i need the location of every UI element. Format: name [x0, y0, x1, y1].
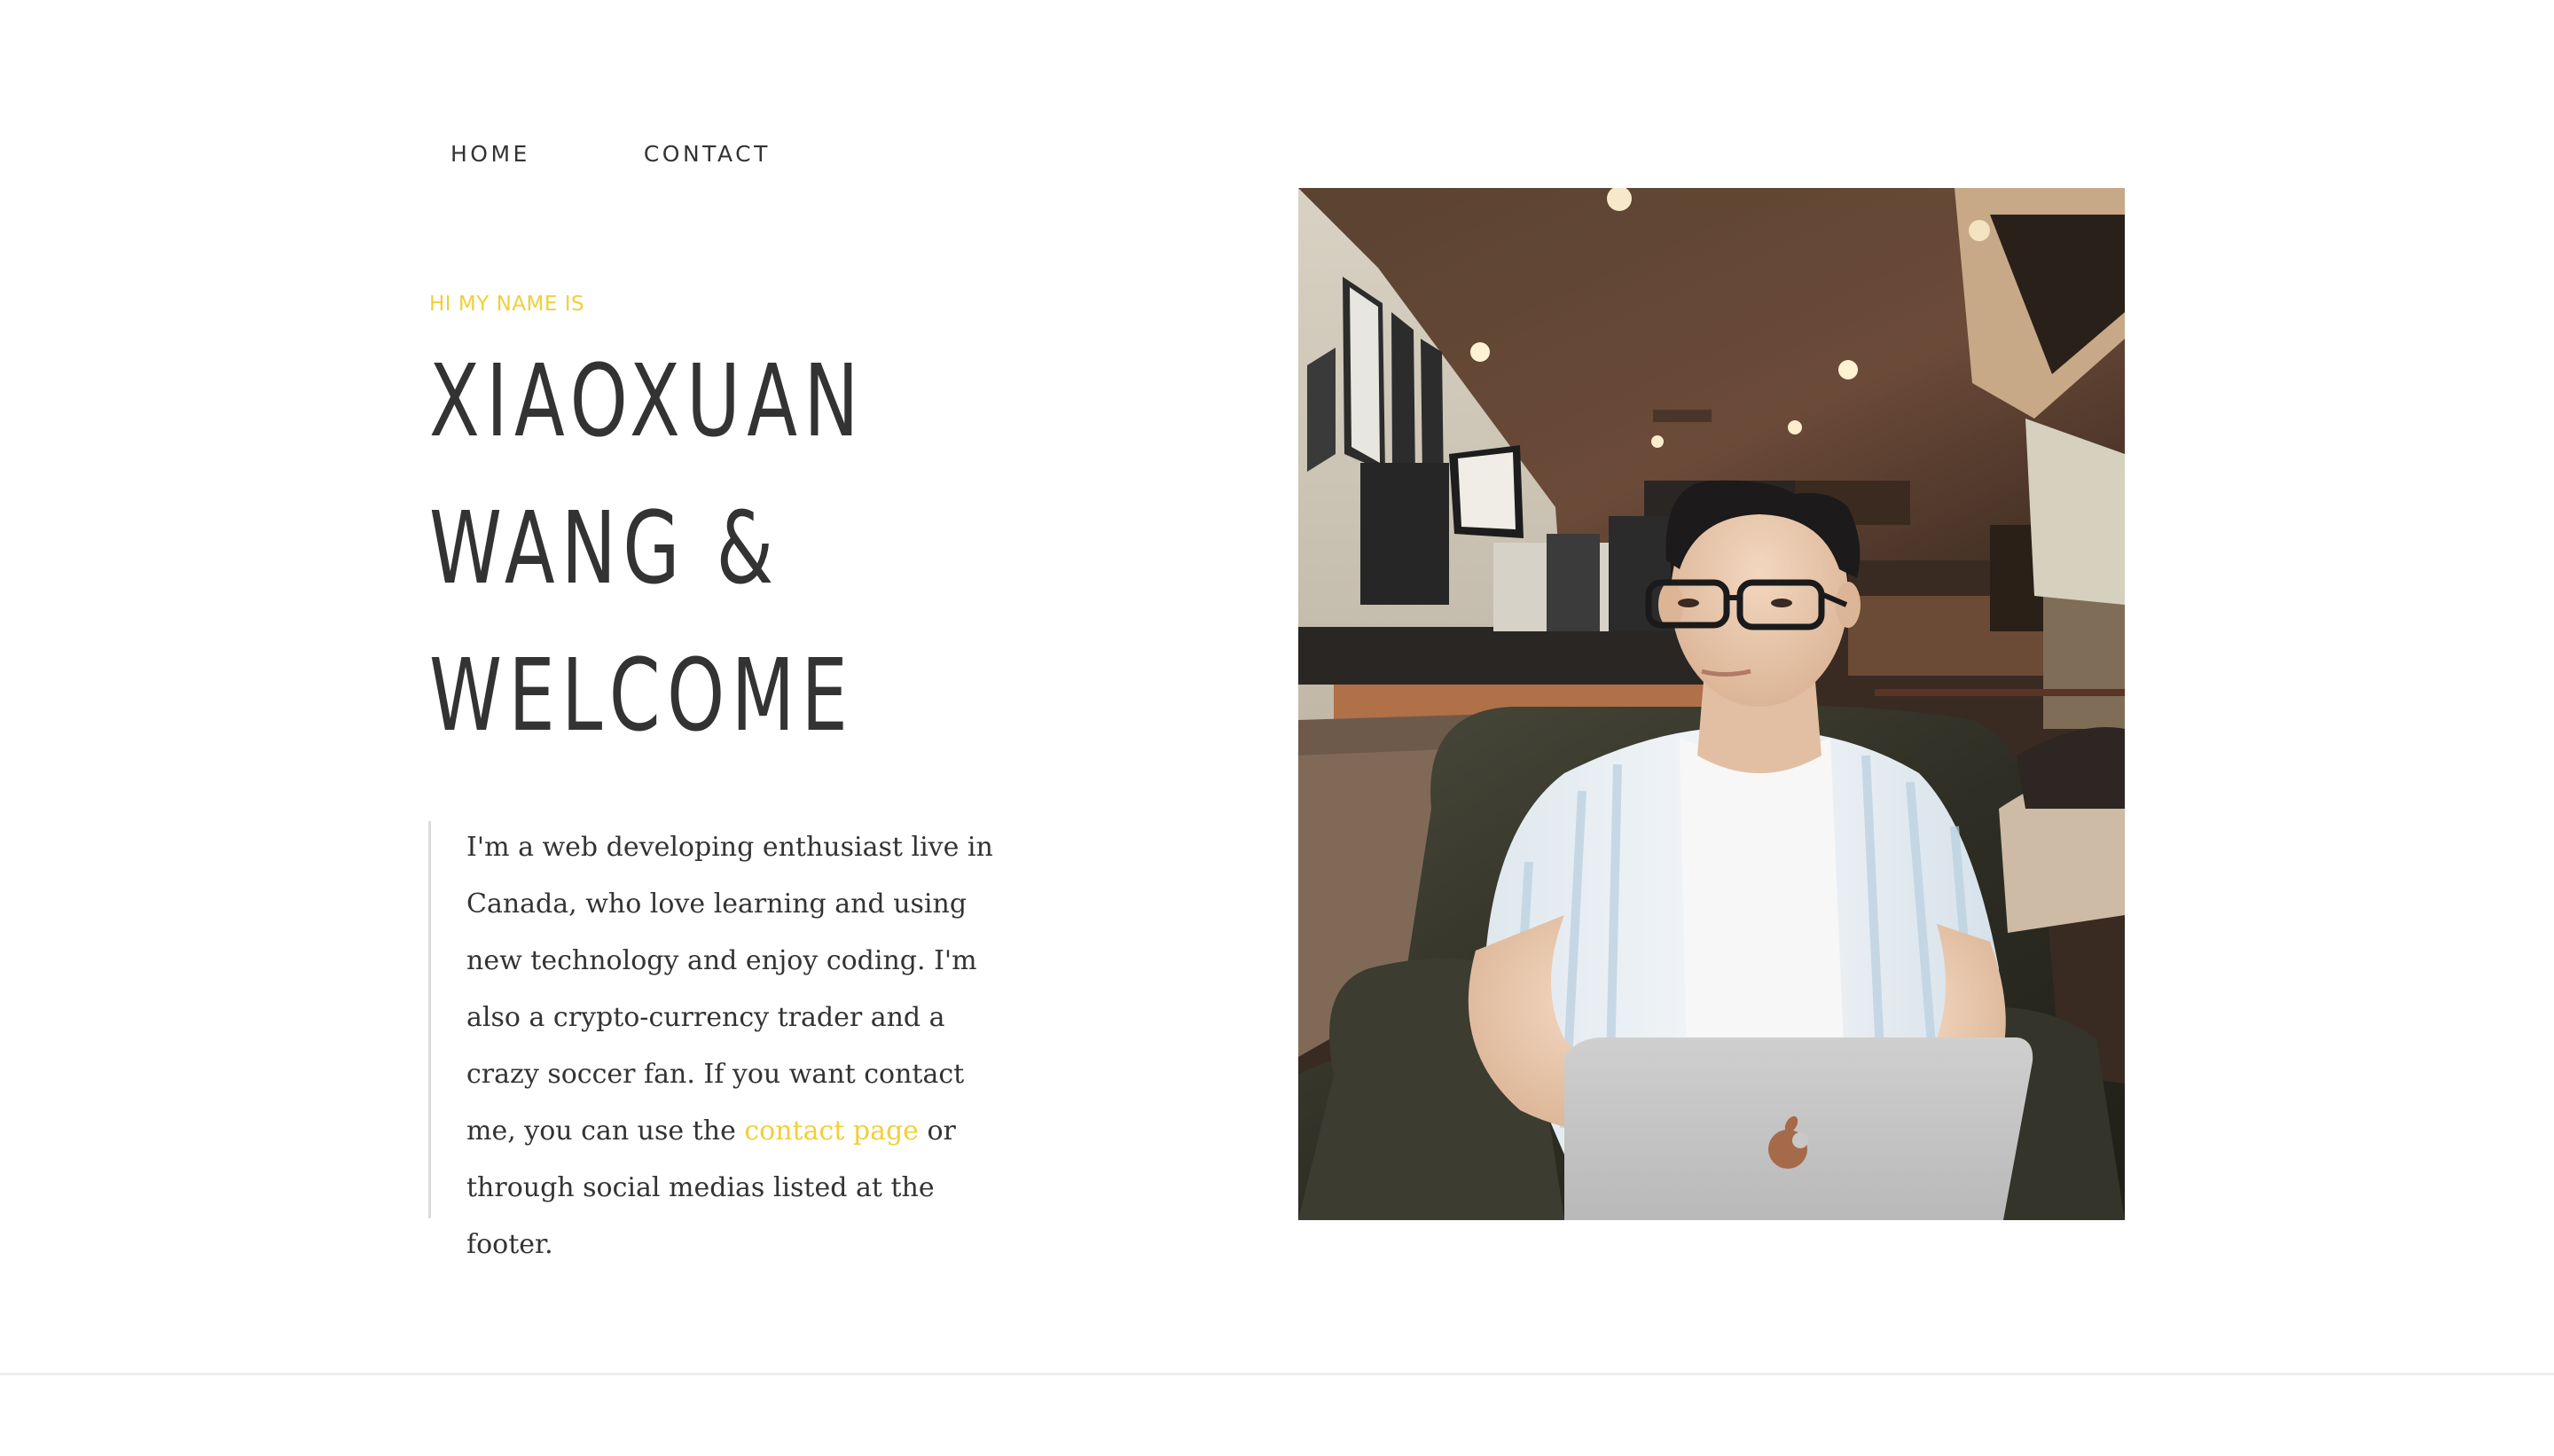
page: HOME CONTACT HI MY NAME IS XIAOXUAN WANG…	[0, 0, 2554, 1456]
hero-title-line: XIAOXUAN	[429, 344, 866, 459]
hero-title: XIAOXUAN WANG & WELCOME	[429, 328, 889, 770]
hero-title-line: WELCOME	[429, 638, 855, 754]
main-nav: HOME CONTACT	[429, 129, 792, 179]
intro-blockquote: I'm a web developing enthusiast live in …	[428, 821, 1014, 1260]
footer-divider	[0, 1373, 2554, 1375]
intro-eyebrow: HI MY NAME IS	[429, 293, 585, 316]
hero-title-line: WANG &	[429, 491, 780, 607]
nav-home-link[interactable]: HOME	[429, 129, 552, 179]
contact-page-link[interactable]: contact page	[744, 1115, 919, 1147]
portrait-photo	[1298, 188, 2125, 1220]
intro-text: I'm a web developing enthusiast live in …	[466, 832, 993, 1147]
nav-contact-link[interactable]: CONTACT	[623, 129, 792, 179]
intro-paragraph: I'm a web developing enthusiast live in …	[466, 819, 1007, 1273]
